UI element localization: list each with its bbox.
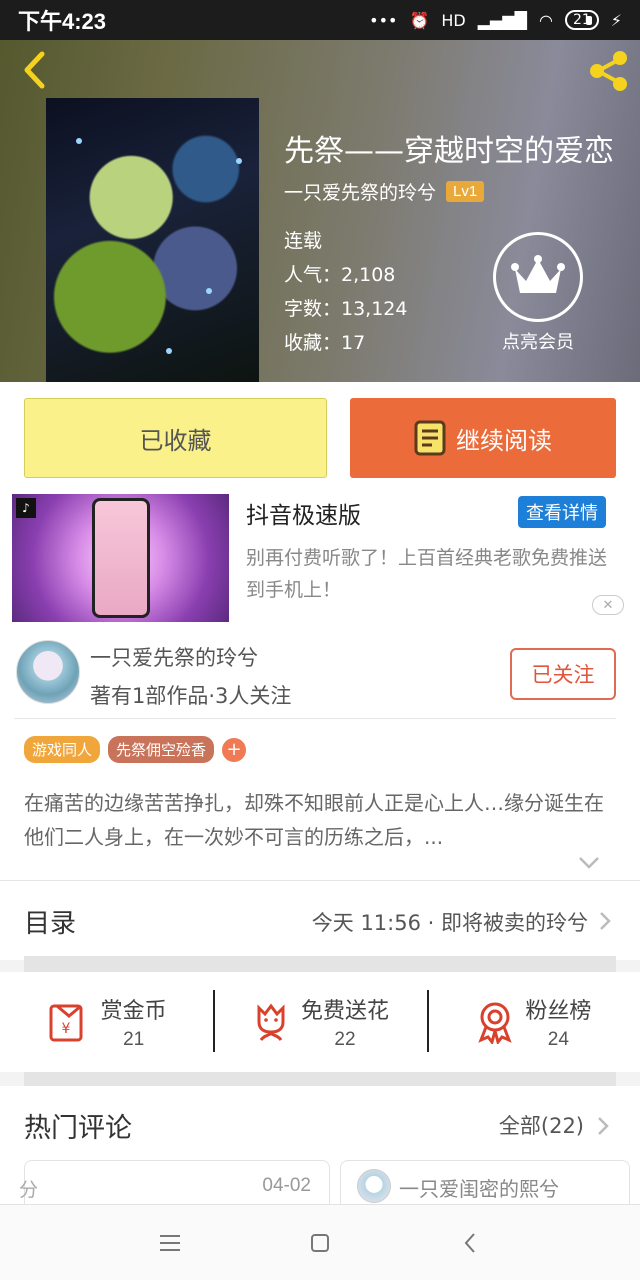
book-popularity: 人气：2,108 [284,264,396,286]
reward-coins-count: 21 [123,1029,145,1050]
chevron-right-icon [600,912,611,930]
ad-detail-button[interactable]: 查看详情 [518,496,606,528]
tag-pairing[interactable]: 先祭佣空殓香 [108,736,215,763]
continue-reading-label: 继续阅读 [456,426,552,455]
book-summary[interactable]: 在痛苦的边缘苦苦挣扎，却殊不知眼前人正是心上人…缘分诞生在他们二人身上，在一次妙… [24,786,614,854]
tiktok-logo-icon: ♪ [16,498,36,518]
commenter-name[interactable]: 一只爱闺密的熙兮 [399,1173,559,1202]
free-flower-count: 22 [334,1029,356,1050]
tag-list: 游戏同人 先祭佣空殓香 + [24,736,247,763]
chevron-right-icon [598,1117,609,1135]
more-dots-icon: ••• [369,10,398,30]
ad-close-icon[interactable]: ✕ [592,595,624,615]
favorited-button[interactable]: 已收藏 [24,398,327,478]
comment-text-fragment: 分 [19,1179,39,1201]
signal-icon: ▂▄▆█ [477,10,527,30]
chevron-down-icon[interactable] [578,856,600,870]
battery-level: 21 [572,12,591,28]
status-time: 下午4:23 [18,9,107,34]
flower-icon [257,1003,285,1041]
tag-game-fanfic[interactable]: 游戏同人 [24,736,101,763]
back-button[interactable] [14,48,54,92]
latest-chapter[interactable]: 今天 11:56 · 即将被卖的玲兮 [312,907,588,937]
back-triangle-icon [464,1232,475,1253]
comment-card[interactable]: 分 04-02 [19,1160,330,1204]
ad-banner[interactable]: ♪ 抖音极速版 查看详情 别再付费听歌了！上百首经典老歌免费推送到手机上！ ✕ [0,494,640,630]
book-author-line: 一只爱先祭的玲兮 Lv1 [284,178,485,205]
author-card: 一只爱先祭的玲兮 著有1部作品·3人关注 已关注 游戏同人 先祭佣空殓香 + 在… [0,630,640,880]
medal-icon [478,1002,512,1044]
catalog-row[interactable]: 目录 今天 11:56 · 即将被卖的玲兮 [0,880,640,960]
red-envelope-icon: ¥ [49,1004,83,1042]
vip-circle [493,232,583,322]
menu-nav-button[interactable] [150,1223,190,1263]
comment-card[interactable]: 一只爱闺密的熙兮 [340,1160,630,1204]
divider [14,718,616,719]
hot-comments-section: 热门评论 全部(22) 分 04-02 一只爱闺密的熙兮 [0,1086,640,1204]
book-word-count: 字数：13,124 [284,298,408,320]
book-status: 连载 [284,230,323,252]
share-button[interactable] [586,48,632,94]
vip-label: 点亮会员 [502,332,574,353]
wifi-icon: ◠ [538,10,553,30]
fan-ranking-button[interactable]: 粉丝榜 24 [426,972,640,1072]
svg-text:¥: ¥ [61,1021,70,1037]
add-tag-button[interactable]: + [222,737,247,762]
home-nav-button[interactable] [300,1223,340,1263]
ad-image[interactable]: ♪ [12,494,229,622]
catalog-title: 目录 [24,909,77,939]
book-cover-image[interactable] [46,98,259,382]
book-meta: 连载 人气：2,108 字数：13,124 收藏：17 [284,224,407,360]
all-comments-link[interactable]: 全部(22) [499,1110,584,1140]
ad-description[interactable]: 别再付费听歌了！上百首经典老歌免费推送到手机上！ [246,542,622,606]
battery-icon: 21 [564,10,599,30]
comment-date: 04-02 [262,1175,311,1196]
commenter-avatar[interactable] [357,1169,391,1203]
reward-coins-button[interactable]: ¥ 赏金币 21 [0,972,213,1072]
book-author-name[interactable]: 一只爱先祭的玲兮 [284,178,436,205]
signal-hd-label: HD [441,10,466,30]
section-divider [24,956,616,972]
free-flower-label: 免费送花 [300,999,389,1024]
book-favorites: 收藏：17 [284,332,366,354]
ad-title[interactable]: 抖音极速版 [246,496,361,530]
status-bar: 下午4:23 ••• ⏰ HD ▂▄▆█ ◠ 21 ⚡ [0,0,640,40]
author-name[interactable]: 一只爱先祭的玲兮 [90,642,258,672]
status-icons: ••• ⏰ HD ▂▄▆█ ◠ 21 ⚡ [369,10,622,30]
reward-coins-label: 赏金币 [100,999,167,1024]
fan-ranking-count: 24 [547,1029,569,1050]
level-badge: Lv1 [446,181,485,202]
alarm-icon: ⏰ [409,10,430,30]
author-stats: 著有1部作品·3人关注 [90,684,292,708]
back-arrow-icon [24,51,45,89]
charging-icon: ⚡ [610,10,622,30]
ad-phone-image [92,498,150,618]
author-avatar[interactable] [16,640,80,704]
share-icon [590,51,627,91]
following-button[interactable]: 已关注 [510,648,616,700]
action-bar: 已收藏 继续阅读 [0,382,640,494]
book-header: 先祭——穿越时空的爱恋 一只爱先祭的玲兮 Lv1 连载 人气：2,108 字数：… [0,40,640,382]
crown-icon [511,255,565,293]
system-nav-bar [0,1204,640,1280]
continue-reading-button[interactable]: 继续阅读 [350,398,616,478]
back-nav-button[interactable] [450,1223,490,1263]
fan-ranking-label: 粉丝榜 [525,999,592,1024]
vip-button[interactable]: 点亮会员 [490,232,586,354]
book-icon [414,420,446,456]
free-flower-button[interactable]: 免费送花 22 [213,972,426,1072]
menu-icon [160,1234,180,1251]
book-title: 先祭——穿越时空的爱恋 [284,134,614,169]
home-square-icon [311,1233,329,1252]
stats-row: ¥ 赏金币 21 免费送花 22 粉丝榜 24 [0,972,640,1072]
hot-comments-title: 热门评论 [24,1113,132,1144]
